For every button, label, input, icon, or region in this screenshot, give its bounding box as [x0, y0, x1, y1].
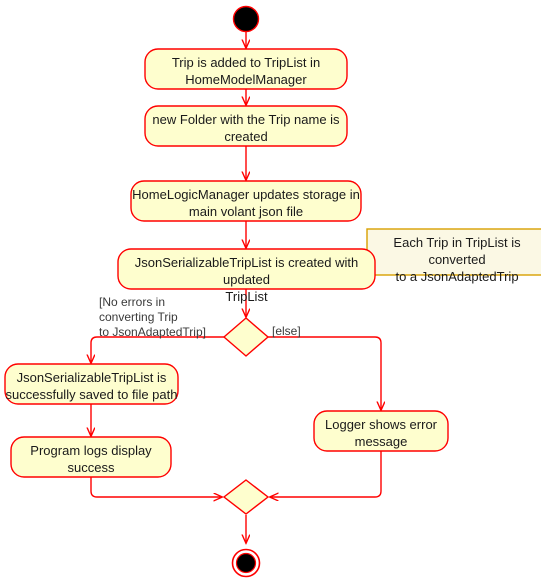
activity-box-a1	[144, 48, 348, 90]
start-node	[232, 5, 260, 33]
end-node-core	[235, 552, 257, 574]
decision-diamond	[222, 317, 270, 357]
diagram-shapes-layer	[4, 5, 541, 578]
edge-decision-yes-to-a5	[91, 336, 224, 363]
activity-box-a5	[4, 363, 179, 405]
merge-diamond	[222, 479, 270, 515]
activity-box-a7	[313, 410, 449, 452]
activity-box-a3	[130, 180, 362, 222]
activity-box-a2	[144, 105, 348, 147]
note-text: Each Trip in TripList is converted to a …	[393, 235, 521, 284]
edge-a6-to-merge	[90, 477, 222, 497]
guard-label-yes: [No errors in converting Trip to JsonAda…	[99, 295, 206, 339]
guard-label-else: [else]	[272, 324, 301, 338]
activity-diagram: Trip is added to TripList in HomeModelMa…	[0, 0, 541, 581]
edge-decision-else-to-a7	[268, 336, 381, 410]
activity-box-a6	[10, 436, 172, 478]
edge-a7-to-merge	[270, 451, 382, 497]
activity-box-a4	[117, 248, 376, 290]
